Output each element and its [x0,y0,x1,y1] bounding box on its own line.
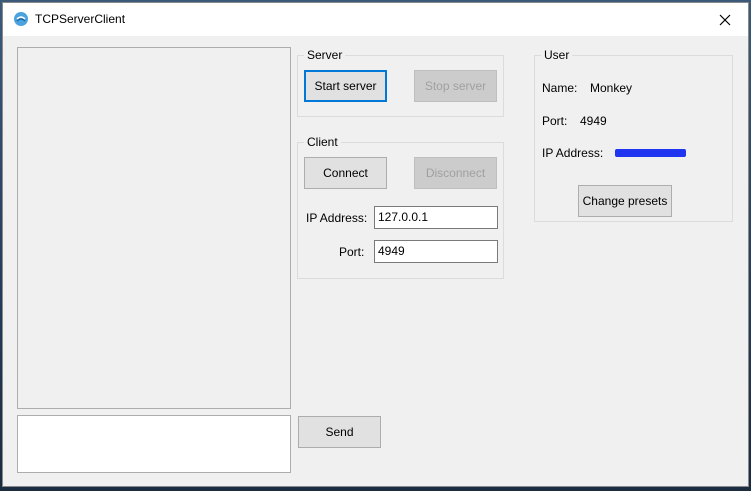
change-presets-button[interactable]: Change presets [578,185,672,217]
disconnect-button[interactable]: Disconnect [414,157,497,189]
client-port-input[interactable]: 4949 [374,240,498,263]
send-button-label: Send [325,425,354,439]
stop-server-button[interactable]: Stop server [414,70,497,102]
user-port-label: Port: [542,114,568,128]
client-group-legend: Client [304,135,341,149]
chat-log-area[interactable] [17,47,291,409]
app-window: TCPServerClient Send Server Start server… [2,2,749,487]
window-title: TCPServerClient [35,12,126,26]
close-icon [719,14,731,25]
client-port-label: Port: [339,245,365,259]
server-group-legend: Server [304,48,346,62]
change-presets-label: Change presets [582,194,668,208]
stop-server-label: Stop server [424,79,487,93]
user-ip-label: IP Address: [542,146,604,160]
send-button[interactable]: Send [298,416,381,448]
user-port-value: 4949 [580,114,607,128]
message-input[interactable] [17,415,291,473]
user-name-value: Monkey [590,81,633,95]
disconnect-label: Disconnect [425,166,486,180]
title-bar: TCPServerClient [3,3,748,36]
client-ip-input[interactable]: 127.0.0.1 [374,206,498,229]
user-group-legend: User [541,48,573,62]
app-icon [14,12,28,26]
connect-button[interactable]: Connect [304,157,387,189]
connect-label: Connect [323,166,368,180]
close-button[interactable] [702,3,748,36]
start-server-label: Start server [314,79,377,93]
start-server-button[interactable]: Start server [304,70,387,102]
user-ip-redacted [615,149,686,157]
client-ip-label: IP Address: [306,211,368,225]
user-name-label: Name: [542,81,578,95]
